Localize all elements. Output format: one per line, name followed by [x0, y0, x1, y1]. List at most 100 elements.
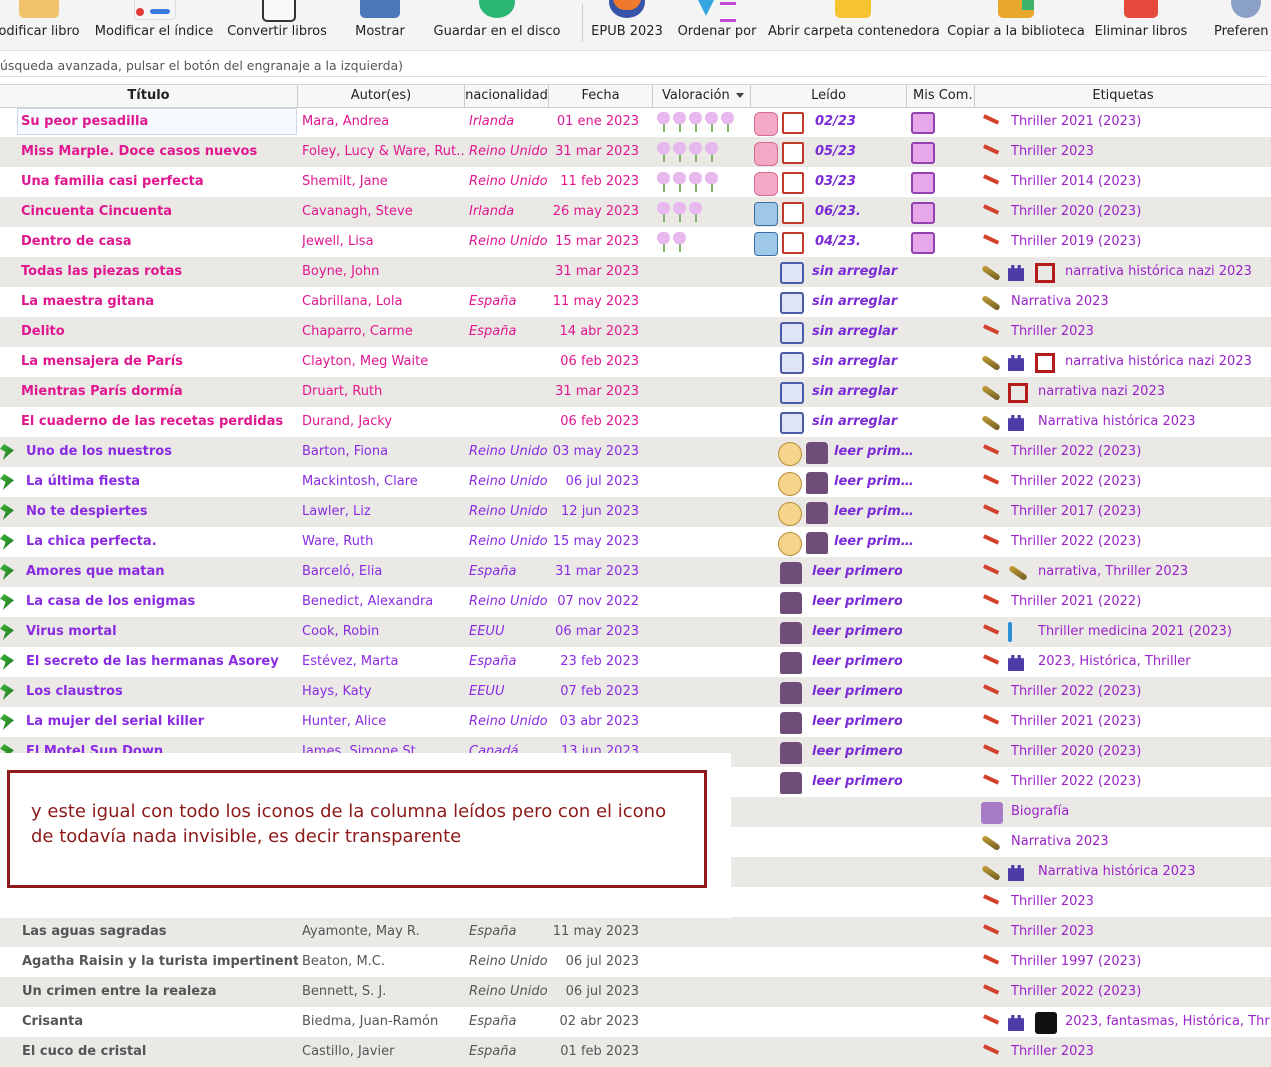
view-button[interactable]: Mostrar — [340, 0, 420, 50]
column-header-author[interactable]: Autor(es) — [298, 85, 465, 107]
table-row[interactable]: Crisanta Biedma, Juan-Ramón España 02 abr 2… — [0, 1007, 1271, 1037]
table-row[interactable]: La última fiesta Mackintosh, Clare Reino U… — [0, 467, 1271, 497]
book-title: Todas las piezas rotas — [21, 264, 183, 279]
armchair-icon — [806, 502, 828, 524]
column-header-read[interactable]: Leído — [751, 85, 907, 107]
edit-metadata-button[interactable]: odificar libro — [0, 0, 84, 50]
book-title: Una familia casi perfecta — [21, 174, 204, 189]
table-row[interactable]: Mientras París dormía Druart, Ruth 31 mar … — [0, 377, 1271, 407]
table-row[interactable]: Su peor pesadilla Mara, Andrea Irlanda 01 e… — [0, 107, 1271, 137]
gun-icon — [978, 444, 1000, 464]
rating-flowers[interactable] — [656, 232, 687, 252]
book-nationality: Reino Unido — [469, 984, 548, 999]
comment-icon[interactable] — [911, 112, 935, 134]
epub-2023-button[interactable]: EPUB 2023 — [586, 0, 668, 50]
comment-icon[interactable] — [911, 232, 935, 254]
annotation-box: y este igual con todo los iconos de la c… — [7, 770, 707, 888]
comment-icon[interactable] — [911, 202, 935, 224]
column-header-date[interactable]: Fecha — [549, 85, 653, 107]
toc-line-icon — [150, 9, 170, 14]
annotation-text: y este igual con todo los iconos de la c… — [31, 801, 667, 847]
book-tags: Thriller medicina 2021 (2023) — [1038, 624, 1232, 639]
book-tags: Thriller 2022 (2023) — [1011, 534, 1142, 549]
armchair-icon — [780, 622, 802, 644]
book-date: 07 feb 2023 — [560, 684, 639, 699]
table-row[interactable]: Cincuenta Cincuenta Cavanagh, Steve Irland… — [0, 197, 1271, 227]
book-date: 15 may 2023 — [552, 534, 639, 549]
copy-to-library-button[interactable]: Copiar a la biblioteca — [944, 0, 1088, 50]
table-row[interactable]: El cuco de cristal Castillo, Javier España… — [0, 1037, 1271, 1067]
gun-icon — [978, 924, 1000, 944]
book-title: La casa de los enigmas — [26, 594, 196, 609]
gun-icon — [978, 204, 1000, 224]
column-header-rating[interactable]: Valoración — [653, 85, 751, 107]
book-date: 14 abr 2023 — [559, 324, 639, 339]
table-row[interactable]: La maestra gitana Cabrillana, Lola España 1… — [0, 287, 1271, 317]
read-status: leer primero — [812, 744, 902, 759]
flower-icon — [688, 142, 703, 162]
table-row[interactable]: Virus mortal Cook, Robin EEUU 06 mar 2023 le… — [0, 617, 1271, 647]
book-author: Chaparro, Carme — [302, 324, 413, 339]
edit-toc-button[interactable]: Modificar el índice — [90, 0, 218, 50]
calendar-icon — [782, 202, 804, 224]
table-row[interactable]: La mensajera de París Clayton, Meg Waite 0… — [0, 347, 1271, 377]
preferences-button[interactable]: Preferen — [1206, 0, 1271, 50]
book-tags: Narrativa 2023 — [1011, 294, 1109, 309]
table-row[interactable]: El secreto de las hermanas Asorey Estévez… — [0, 647, 1271, 677]
table-row[interactable]: No te despiertes Lawler, Liz Reino Unido 12… — [0, 497, 1271, 527]
table-row[interactable]: La chica perfecta. Ware, Ruth Reino Unido 1… — [0, 527, 1271, 557]
book-nationality: España — [469, 324, 517, 339]
flower-icon — [688, 202, 703, 222]
book-tags: Biografía — [1011, 804, 1070, 819]
table-row[interactable]: Miss Marple. Doce casos nuevos Foley, Luc… — [0, 137, 1271, 167]
read-status: 05/23 — [815, 144, 856, 159]
book-nationality: España — [469, 564, 517, 579]
rating-flowers[interactable] — [656, 172, 719, 192]
armchair-icon — [780, 652, 802, 674]
table-row[interactable]: La casa de los enigmas Benedict, Alexandr… — [0, 587, 1271, 617]
column-header-title[interactable]: Título — [0, 85, 298, 107]
table-row[interactable]: Agatha Raisin y la turista impertinente B… — [0, 947, 1271, 977]
column-header-nationality[interactable]: nacionalidad — [465, 85, 549, 107]
book-tags: Thriller 2022 (2023) — [1011, 774, 1142, 789]
table-row[interactable]: Todas las piezas rotas Boyne, John 31 mar … — [0, 257, 1271, 287]
save-to-disk-button[interactable]: Guardar en el disco — [432, 0, 562, 50]
column-header-tags[interactable]: Etiquetas — [975, 85, 1271, 107]
table-row[interactable]: Uno de los nuestros Barton, Fiona Reino Un… — [0, 437, 1271, 467]
table-row[interactable]: Amores que matan Barceló, Elia España 31 ma… — [0, 557, 1271, 587]
book-nationality: Reino Unido — [469, 714, 548, 729]
table-row[interactable]: Una familia casi perfecta Shemilt, Jane Re… — [0, 167, 1271, 197]
comment-icon[interactable] — [911, 142, 935, 164]
book-tags: Thriller 2022 (2023) — [1011, 684, 1142, 699]
search-input[interactable]: úsqueda avanzada, pulsar el botón del en… — [0, 56, 1267, 77]
book-tags: Narrativa histórica 2023 — [1038, 414, 1196, 429]
table-row[interactable]: Dentro de casa Jewell, Lisa Reino Unido 15 … — [0, 227, 1271, 257]
table-row[interactable]: Delito Chaparro, Carme España 14 abr 2023 si… — [0, 317, 1271, 347]
gun-icon — [978, 894, 1000, 914]
table-row[interactable]: Los claustros Hays, Katy EEUU 07 feb 2023 le… — [0, 677, 1271, 707]
column-header-comments[interactable]: Mis Com… — [907, 85, 975, 107]
gun-icon — [978, 534, 1000, 554]
book-nationality: España — [469, 1014, 517, 1029]
read-status: 04/23. — [815, 234, 861, 249]
book-title: La mujer del serial killer — [26, 714, 205, 729]
comment-icon[interactable] — [911, 172, 935, 194]
table-row[interactable]: El cuaderno de las recetas perdidas Duran… — [0, 407, 1271, 437]
table-row[interactable]: Un crimen entre la realeza Bennett, S. J.… — [0, 977, 1271, 1007]
book-nationality: España — [469, 924, 517, 939]
book-nationality: Reino Unido — [469, 594, 548, 609]
open-folder-button[interactable]: Abrir carpeta contenedora — [768, 0, 940, 50]
rating-flowers[interactable] — [656, 112, 735, 132]
table-row[interactable]: Las aguas sagradas Ayamonte, May R. España… — [0, 917, 1271, 947]
delete-books-button[interactable]: Eliminar libros — [1092, 0, 1190, 50]
book-author: Durand, Jacky — [302, 414, 393, 429]
swastika-icon — [1035, 353, 1055, 373]
table-row[interactable]: La mujer del serial killer Hunter, Alice R… — [0, 707, 1271, 737]
convert-books-button[interactable]: Convertir libros — [222, 0, 332, 50]
book-tags: Thriller 2023 — [1011, 1044, 1094, 1059]
folder-icon — [835, 0, 871, 18]
rating-flowers[interactable] — [656, 142, 719, 162]
rating-flowers[interactable] — [656, 202, 703, 222]
book-title: Mientras París dormía — [21, 384, 183, 399]
sort-by-button[interactable]: Ordenar por — [674, 0, 760, 50]
